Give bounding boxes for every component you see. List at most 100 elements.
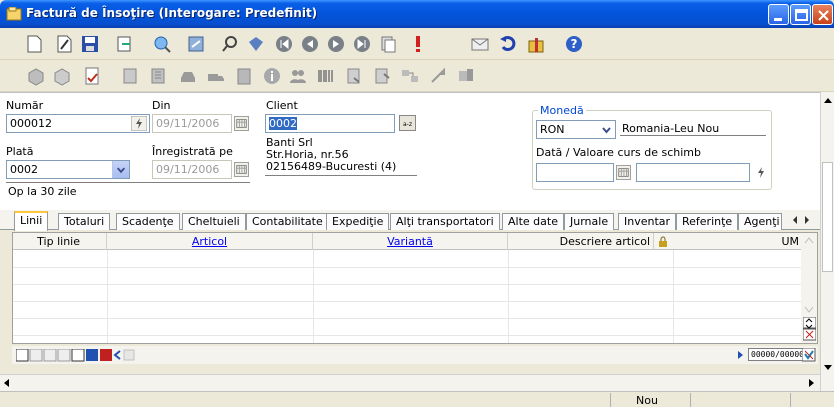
form-vscroll[interactable] xyxy=(820,92,834,391)
tab-alte-date[interactable]: Alte date xyxy=(502,213,564,230)
report-icon[interactable] xyxy=(82,66,102,86)
barcode-icon[interactable] xyxy=(316,66,336,86)
tab-referinte[interactable]: Referinţe xyxy=(676,213,739,230)
chevron-down-icon[interactable] xyxy=(598,121,615,138)
scroll-up-icon[interactable] xyxy=(823,96,833,106)
client-code: 0002 xyxy=(269,117,297,130)
inregistrata-label: Înregistrată pe xyxy=(152,145,233,158)
header-form: Număr 000012 Din 09/11/2006 Client 0002 … xyxy=(0,92,820,210)
client-label: Client xyxy=(266,99,298,112)
people-icon[interactable] xyxy=(288,66,308,86)
last-record-icon[interactable] xyxy=(352,34,372,54)
mail-icon[interactable] xyxy=(470,34,490,54)
record-pager: 00000/00000 xyxy=(748,348,807,361)
column-articol[interactable]: Articol xyxy=(107,233,313,250)
column-descriere-articol[interactable]: Descriere articol xyxy=(508,233,654,250)
tab-scadente[interactable]: Scadenţe xyxy=(116,213,180,230)
tab-scroll-arrows-icon[interactable] xyxy=(788,213,814,227)
lookup-az-icon[interactable]: a-z xyxy=(399,115,416,131)
column-tip-linie[interactable]: Tip linie xyxy=(13,233,107,250)
calendar-icon[interactable] xyxy=(234,162,249,177)
tab-contabilitate[interactable]: Contabilitate xyxy=(246,213,329,230)
scroll-down-icon[interactable] xyxy=(823,362,833,372)
calendar-icon[interactable] xyxy=(616,165,631,180)
main-toolbar: ? xyxy=(0,28,834,60)
plata-separator xyxy=(6,182,250,183)
network-icon[interactable] xyxy=(400,66,420,86)
din-date-input[interactable]: 09/11/2006 xyxy=(152,114,232,133)
exchange-value-input[interactable] xyxy=(636,163,750,182)
maximize-button[interactable] xyxy=(790,4,811,25)
tab-expeditie[interactable]: Expediţie xyxy=(326,213,390,230)
scroll-down-icon[interactable] xyxy=(803,305,815,315)
tab-jurnale[interactable]: Jurnale xyxy=(564,213,615,230)
box-icon[interactable] xyxy=(26,66,46,86)
chevron-right-icon[interactable] xyxy=(737,350,745,360)
exchange-date-input[interactable] xyxy=(536,163,614,182)
grid-vscroll[interactable] xyxy=(801,233,817,343)
previous-record-icon[interactable] xyxy=(300,34,320,54)
column-varianta[interactable]: Variantă xyxy=(313,233,508,250)
first-record-icon[interactable] xyxy=(274,34,294,54)
filter-icon[interactable] xyxy=(246,34,266,54)
lightning-icon[interactable] xyxy=(131,116,147,131)
list-icon[interactable] xyxy=(120,66,140,86)
svg-text:a-z: a-z xyxy=(403,121,412,128)
numar-input[interactable]: 000012 xyxy=(6,114,150,133)
tab-linii[interactable]: Linii xyxy=(14,211,49,231)
scroll-right-icon[interactable] xyxy=(806,378,816,388)
copy-icon[interactable] xyxy=(378,34,398,54)
tab-cheltuieli[interactable]: Cheltuieli xyxy=(182,213,246,230)
column-um[interactable]: UM xyxy=(673,233,803,250)
document-export-icon[interactable] xyxy=(372,66,392,86)
document-arrow-icon[interactable] xyxy=(344,66,364,86)
next-record-icon[interactable] xyxy=(326,34,346,54)
car-icon[interactable] xyxy=(178,66,198,86)
export-icon[interactable] xyxy=(114,34,134,54)
client-separator xyxy=(265,175,417,176)
settings-icon[interactable] xyxy=(186,34,206,54)
info-icon[interactable] xyxy=(262,66,282,86)
secondary-toolbar xyxy=(0,60,834,92)
tab-alti-transportatori[interactable]: Alţi transportatori xyxy=(390,213,500,230)
windows-icon[interactable] xyxy=(456,66,476,86)
maximize-icon xyxy=(795,9,808,21)
lock-icon xyxy=(659,236,667,247)
scroll-thumb[interactable] xyxy=(822,162,833,272)
scroll-up-icon[interactable] xyxy=(803,235,815,245)
check-cancel-icon[interactable] xyxy=(802,348,816,362)
minimize-button[interactable] xyxy=(768,4,789,25)
calendar-icon[interactable] xyxy=(234,116,249,131)
row-nav-icon[interactable] xyxy=(803,317,816,341)
status-bar: Nou xyxy=(0,391,834,407)
grid-actions-icon[interactable] xyxy=(16,349,136,362)
box-open-icon[interactable] xyxy=(52,66,72,86)
tab-agenti[interactable]: Agenţi xyxy=(738,213,782,230)
tools-icon[interactable] xyxy=(428,66,448,86)
tab-strip: Linii Totaluri Scadenţe Cheltuieli Conta… xyxy=(0,210,820,231)
plata-select[interactable]: 0002 xyxy=(6,160,130,179)
tab-inventar[interactable]: Inventar xyxy=(618,213,677,230)
truck-icon[interactable] xyxy=(206,66,226,86)
undo-icon[interactable] xyxy=(498,34,518,54)
close-button[interactable] xyxy=(812,4,833,25)
tab-totaluri[interactable]: Totaluri xyxy=(58,213,111,230)
new-document-icon[interactable] xyxy=(24,34,44,54)
client-input[interactable]: 0002 xyxy=(265,114,395,133)
plata-description: Op la 30 zile xyxy=(8,185,77,198)
inregistrata-date-input[interactable]: 09/11/2006 xyxy=(152,160,232,179)
clipboard-icon[interactable] xyxy=(234,66,254,86)
scroll-left-icon[interactable] xyxy=(2,378,12,388)
lightning-icon[interactable] xyxy=(753,165,769,180)
help-icon[interactable]: ? xyxy=(564,34,584,54)
find-icon[interactable] xyxy=(220,34,240,54)
chevron-down-icon[interactable] xyxy=(112,161,129,178)
book-icon[interactable] xyxy=(148,66,168,86)
edit-document-icon[interactable] xyxy=(54,34,74,54)
search-icon[interactable] xyxy=(152,34,172,54)
form-hscroll[interactable] xyxy=(0,374,820,391)
alert-icon[interactable] xyxy=(408,34,428,54)
gift-icon[interactable] xyxy=(526,34,546,54)
save-icon[interactable] xyxy=(80,34,100,54)
currency-select[interactable]: RON xyxy=(536,120,616,139)
